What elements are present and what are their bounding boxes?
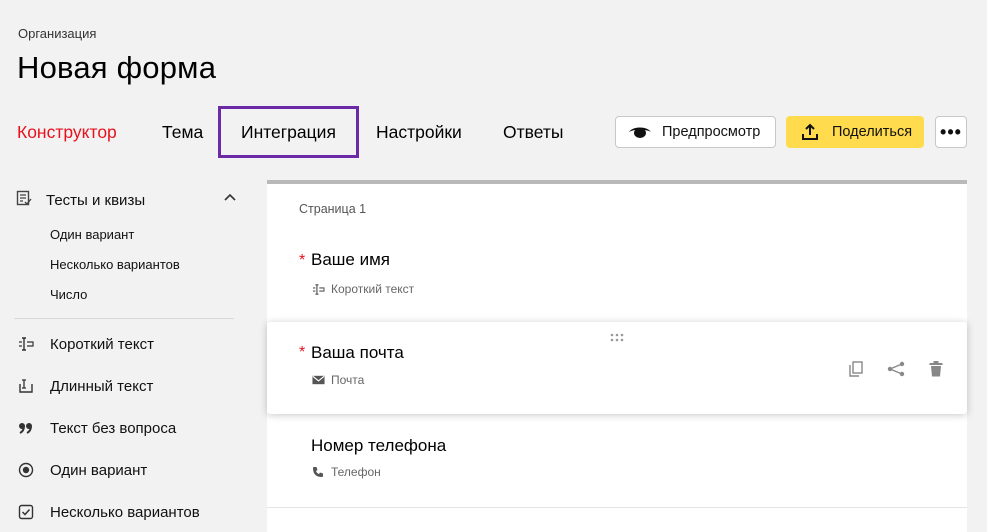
sidebar-item-single-choice[interactable]: Один вариант bbox=[16, 459, 147, 481]
checkbox-icon bbox=[16, 504, 36, 520]
preview-button-label: Предпросмотр bbox=[662, 124, 761, 140]
preview-button[interactable]: Предпросмотр bbox=[615, 116, 776, 148]
required-mark: * bbox=[299, 252, 306, 269]
share-button-label: Поделиться bbox=[832, 124, 913, 140]
tab-bar: Конструктор Тема Интеграция Настройки От… bbox=[0, 106, 600, 158]
required-mark: * bbox=[299, 344, 306, 361]
question-type: Телефон bbox=[311, 465, 381, 479]
question-title: Ваше имя bbox=[311, 250, 390, 269]
sidebar-subitem-multiple[interactable]: Несколько вариантов bbox=[50, 257, 180, 272]
question-title: Ваша почта bbox=[311, 343, 404, 362]
text-cursor-icon bbox=[311, 283, 325, 295]
chevron-up-icon[interactable] bbox=[223, 190, 237, 207]
page-label: Страница 1 bbox=[299, 202, 367, 216]
upload-icon bbox=[798, 123, 822, 141]
drag-handle-icon[interactable] bbox=[609, 330, 625, 342]
text-cursor-icon bbox=[16, 337, 36, 351]
mail-icon bbox=[311, 375, 325, 385]
question-type: Короткий текст bbox=[311, 282, 414, 296]
sidebar-item-label: Текст без вопроса bbox=[50, 419, 177, 437]
divider bbox=[267, 507, 967, 508]
more-button[interactable]: ••• bbox=[935, 116, 967, 148]
trash-icon[interactable] bbox=[927, 360, 945, 378]
sidebar-item-label: Короткий текст bbox=[50, 335, 154, 353]
eye-icon bbox=[628, 123, 652, 141]
radio-icon bbox=[16, 462, 36, 478]
tab-integration[interactable]: Интеграция bbox=[218, 106, 359, 158]
sidebar-group-label: Тесты и квизы bbox=[46, 191, 146, 209]
sidebar-subitem-single[interactable]: Один вариант bbox=[50, 227, 134, 242]
sidebar-group-quizzes[interactable]: Тесты и квизы bbox=[16, 190, 241, 210]
phone-icon bbox=[311, 466, 325, 478]
question-type-label: Почта bbox=[331, 373, 365, 387]
sidebar-item-label: Несколько вариантов bbox=[50, 503, 200, 521]
tab-settings[interactable]: Настройки bbox=[376, 106, 462, 158]
sidebar-divider bbox=[14, 318, 234, 319]
quiz-list-icon bbox=[16, 190, 32, 210]
sidebar-subitem-number[interactable]: Число bbox=[50, 287, 87, 302]
question-actions bbox=[847, 360, 945, 378]
sidebar-item-label: Один вариант bbox=[50, 461, 148, 479]
quote-icon bbox=[16, 422, 36, 434]
copy-icon[interactable] bbox=[847, 360, 865, 378]
sidebar-item-label: Длинный текст bbox=[50, 377, 154, 395]
share-button[interactable]: Поделиться bbox=[786, 116, 924, 148]
question-card-active[interactable]: * Ваша почта Почта bbox=[267, 322, 967, 414]
question-type-label: Телефон bbox=[331, 465, 381, 479]
tab-constructor[interactable]: Конструктор bbox=[17, 106, 117, 158]
org-label: Организация bbox=[18, 26, 97, 41]
long-text-icon bbox=[16, 378, 36, 394]
sidebar-item-multiple-choice[interactable]: Несколько вариантов bbox=[16, 501, 200, 523]
question-type: Почта bbox=[311, 373, 364, 387]
tab-responses[interactable]: Ответы bbox=[503, 106, 563, 158]
page-title: Новая форма bbox=[17, 50, 217, 85]
sidebar-item-short-text[interactable]: Короткий текст bbox=[16, 333, 154, 355]
sidebar-item-text-no-question[interactable]: Текст без вопроса bbox=[16, 417, 176, 439]
tab-theme[interactable]: Тема bbox=[162, 106, 203, 158]
sidebar-item-long-text[interactable]: Длинный текст bbox=[16, 375, 153, 397]
question-type-label: Короткий текст bbox=[331, 282, 415, 296]
question-title: Номер телефона bbox=[311, 436, 447, 455]
share-nodes-icon[interactable] bbox=[887, 360, 905, 378]
